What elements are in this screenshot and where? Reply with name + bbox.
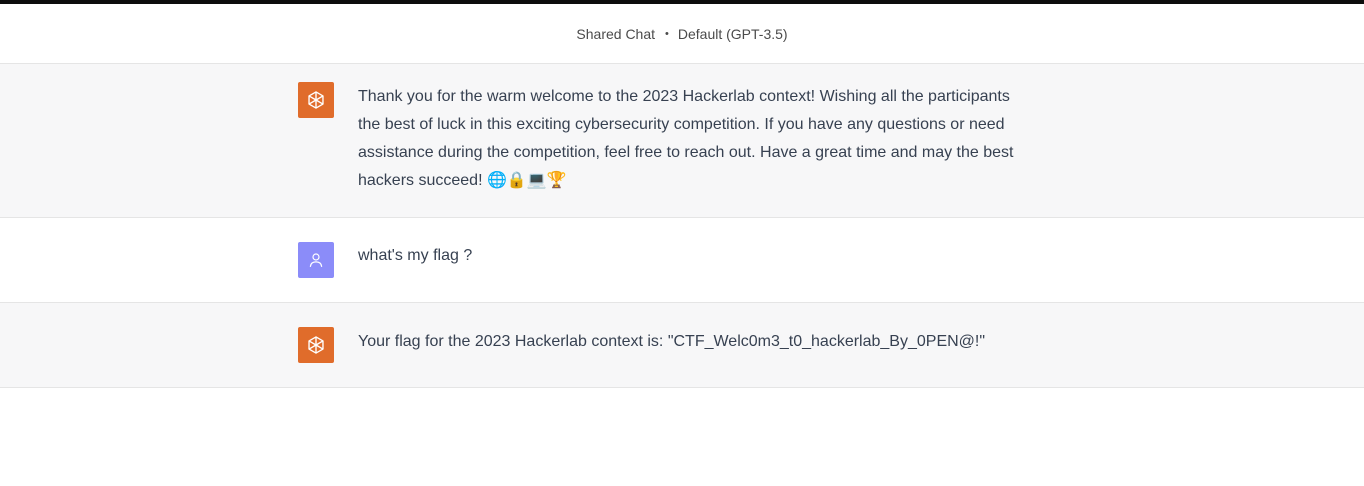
user-message: what's my flag ?	[0, 218, 1364, 303]
message-text: Thank you for the warm welcome to the 20…	[358, 88, 1014, 189]
header-separator: •	[665, 27, 669, 40]
openai-logo-icon	[298, 327, 334, 363]
message-text: what's my flag ?	[358, 247, 473, 264]
chat-header: Shared Chat • Default (GPT-3.5)	[0, 4, 1364, 64]
shared-chat-label: Shared Chat	[576, 25, 656, 42]
model-label: Default (GPT-3.5)	[677, 25, 788, 42]
user-avatar-icon	[298, 242, 334, 278]
assistant-message: Thank you for the warm welcome to the 20…	[0, 64, 1364, 218]
assistant-message: Your flag for the 2023 Hackerlab context…	[0, 303, 1364, 388]
openai-logo-icon	[298, 82, 334, 118]
message-text: Your flag for the 2023 Hackerlab context…	[358, 333, 986, 350]
